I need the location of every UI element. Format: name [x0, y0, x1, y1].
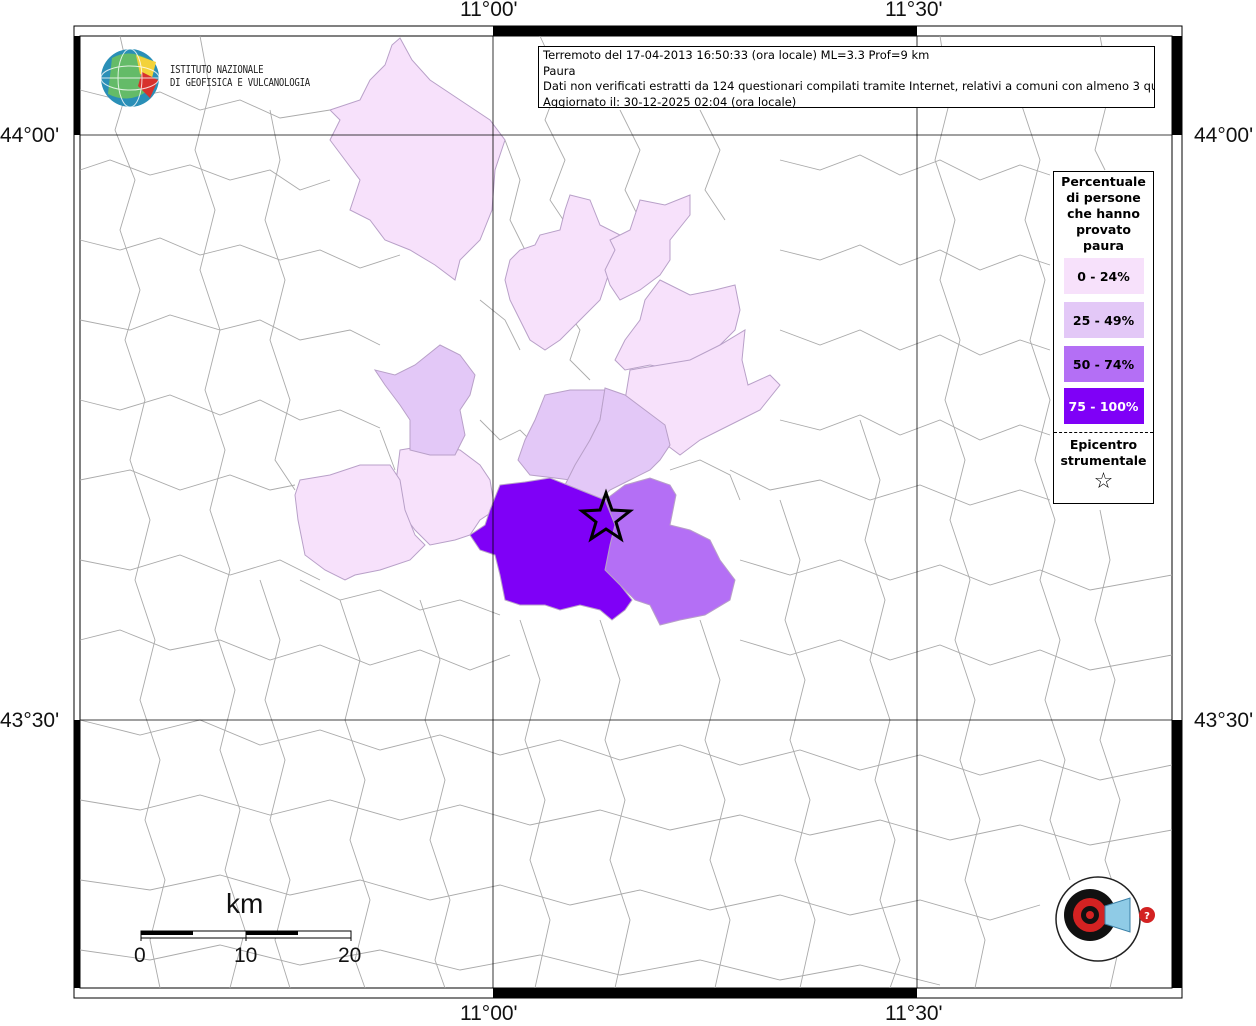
- ingv-globe-icon: [100, 48, 160, 108]
- latitude-label-left-4330: 43°30': [0, 709, 60, 732]
- legend-epicenter-star-icon: ☆: [1093, 469, 1114, 494]
- latitude-label-left-4400: 44°00': [0, 124, 60, 147]
- scale-tick-label-0: 0: [134, 944, 146, 967]
- event-info-line4: Aggiornato il: 30-12-2025 02:04 (ora loc…: [543, 94, 797, 108]
- svg-text:?: ?: [1144, 911, 1150, 922]
- legend-title-line: Percentuale: [1061, 174, 1146, 189]
- event-info-line1: Terremoto del 17-04-2013 16:50:33 (ora l…: [543, 48, 930, 62]
- legend-epicenter-line: Epicentro: [1069, 437, 1138, 452]
- latitude-label-right-4400: 44°00': [1194, 124, 1254, 147]
- intensity-map: ?: [73, 25, 1183, 999]
- legend-swatch-0-24: 0 - 24%: [1063, 258, 1144, 294]
- legend-swatch-75-100: 75 - 100%: [1063, 388, 1144, 424]
- ingv-logo-line1: ISTITUTO NAZIONALE: [170, 63, 264, 76]
- legend-divider: [1054, 432, 1153, 433]
- longitude-label-top-1100: 11°00': [460, 0, 518, 21]
- event-info-box: Terremoto del 17-04-2013 16:50:33 (ora l…: [538, 46, 1155, 108]
- legend-title: Percentuale di persone che hanno provato…: [1054, 174, 1153, 254]
- scale-tick-label-20: 20: [338, 944, 362, 967]
- longitude-label-bottom-1130: 11°30': [885, 1002, 943, 1025]
- scale-unit-label: km: [226, 888, 264, 919]
- ingv-logo-line2: DI GEOFISICA E VULCANOLOGIA: [170, 76, 310, 89]
- legend: Percentuale di persone che hanno provato…: [1053, 171, 1154, 504]
- legend-swatch-50-74: 50 - 74%: [1063, 346, 1144, 382]
- legend-epicenter-line: strumentale: [1060, 453, 1147, 468]
- ingv-logo-text: ISTITUTO NAZIONALE DI GEOFISICA E VULCAN…: [170, 63, 310, 89]
- event-info-line3: Dati non verificati estratti da 124 ques…: [543, 79, 1155, 93]
- legend-title-line: di persone: [1066, 190, 1141, 205]
- legend-title-line: che hanno: [1067, 206, 1140, 221]
- legend-swatch-25-49: 25 - 49%: [1063, 302, 1144, 338]
- event-info-line2: Paura: [543, 63, 576, 78]
- scale-tick-label-10: 10: [234, 944, 258, 967]
- legend-title-line: paura: [1083, 238, 1124, 253]
- longitude-label-bottom-1100: 11°00': [460, 1002, 518, 1025]
- longitude-label-top-1130: 11°30': [885, 0, 943, 21]
- latitude-label-right-4330: 43°30': [1194, 709, 1254, 732]
- legend-epicenter-label: Epicentro strumentale: [1054, 437, 1153, 469]
- legend-title-line: provato: [1076, 222, 1131, 237]
